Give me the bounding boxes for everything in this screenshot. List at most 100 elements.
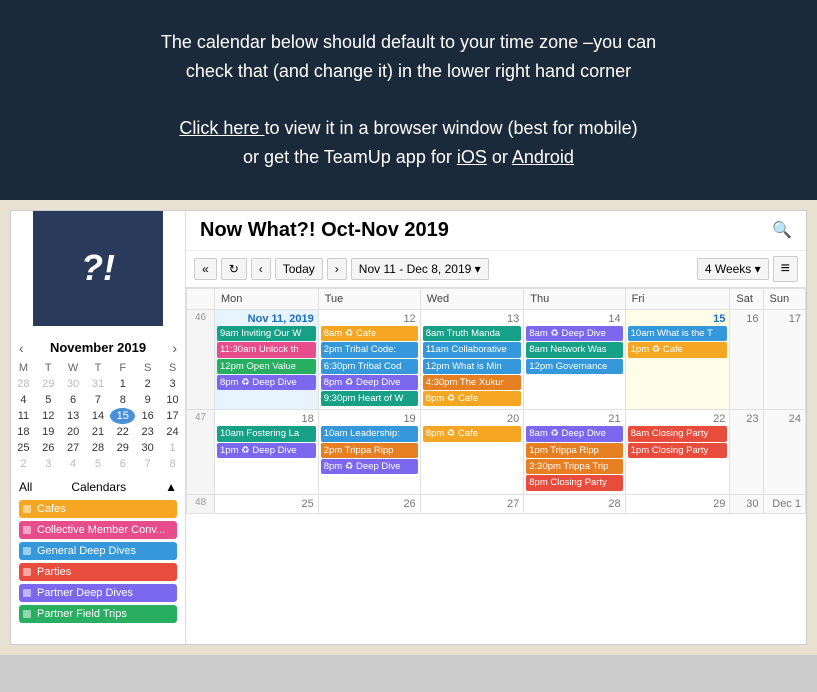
- prev-button[interactable]: ‹: [251, 258, 271, 280]
- calendar-event[interactable]: 8am ♻ Deep Dive: [526, 326, 622, 341]
- calendar-event[interactable]: 3:30pm Trippa Trip: [526, 459, 622, 474]
- android-link[interactable]: Android: [512, 147, 574, 167]
- mini-day[interactable]: 26: [36, 440, 61, 456]
- calendar-event[interactable]: 10am Leadership:: [321, 426, 418, 441]
- calendar-event[interactable]: 1pm Trippa Ripp: [526, 443, 622, 458]
- mini-day[interactable]: 10: [160, 392, 185, 408]
- mini-day[interactable]: 8: [110, 392, 135, 408]
- calendar-item-general[interactable]: General Deep Dives: [19, 542, 177, 560]
- mini-day[interactable]: 9: [135, 392, 160, 408]
- mini-day[interactable]: 18: [11, 424, 36, 440]
- calendar-event[interactable]: 9am Inviting Our W: [217, 326, 316, 341]
- calendar-event[interactable]: 2pm Trippa Ripp: [321, 443, 418, 458]
- mini-day[interactable]: 30: [135, 440, 160, 456]
- mini-day[interactable]: 3: [36, 456, 61, 472]
- mini-day[interactable]: 23: [135, 424, 160, 440]
- all-label[interactable]: All: [19, 480, 32, 494]
- calendar-event[interactable]: 8am ♻ Cafe: [321, 326, 418, 341]
- calendars-label: Calendars: [71, 480, 126, 494]
- mini-day[interactable]: 22: [110, 424, 135, 440]
- mini-day[interactable]: 8: [160, 456, 185, 472]
- prev-prev-button[interactable]: «: [194, 258, 217, 280]
- click-here-link[interactable]: Click here: [179, 118, 264, 138]
- calendar-event[interactable]: 8pm Closing Party: [526, 475, 622, 490]
- calendar-event[interactable]: 6:30pm Tribal Cod: [321, 359, 418, 374]
- mini-day[interactable]: 27: [61, 440, 86, 456]
- search-icon[interactable]: 🔍: [772, 220, 792, 240]
- mini-day[interactable]: 29: [36, 376, 61, 392]
- view-selector[interactable]: 4 Weeks ▾: [697, 258, 769, 280]
- mini-day[interactable]: 6: [110, 456, 135, 472]
- calendar-event[interactable]: 1pm ♻ Deep Dive: [217, 443, 316, 458]
- next-button[interactable]: ›: [327, 258, 347, 280]
- calendar-event[interactable]: 11:30am Unlock th: [217, 342, 316, 357]
- mini-day[interactable]: 7: [135, 456, 160, 472]
- calendar-item-collective[interactable]: Collective Member Conv...: [19, 521, 177, 539]
- calendar-event[interactable]: 8am Truth Manda: [423, 326, 522, 341]
- mini-day[interactable]: 31: [86, 376, 111, 392]
- mini-day[interactable]: 3: [160, 376, 185, 392]
- mini-day[interactable]: 19: [36, 424, 61, 440]
- mini-day[interactable]: 14: [86, 408, 111, 424]
- calendar-event[interactable]: 8pm ♻ Cafe: [423, 391, 522, 406]
- calendar-event[interactable]: 12pm What is Min: [423, 359, 522, 374]
- calendar-event[interactable]: 10am What is the T: [628, 326, 728, 341]
- mini-day[interactable]: 21: [86, 424, 111, 440]
- mini-day[interactable]: 2: [135, 376, 160, 392]
- date-range-selector[interactable]: Nov 11 - Dec 8, 2019 ▾: [351, 258, 489, 280]
- calendar-item-field-trips[interactable]: Partner Field Trips: [19, 605, 177, 623]
- mini-day[interactable]: 30: [61, 376, 86, 392]
- mini-day[interactable]: 4: [11, 392, 36, 408]
- calendar-item-cafes[interactable]: Cafes: [19, 500, 177, 518]
- calendar-event[interactable]: 8am Closing Party: [628, 426, 728, 441]
- mini-prev-button[interactable]: ‹: [19, 340, 24, 356]
- refresh-button[interactable]: ↻: [221, 258, 247, 280]
- mini-next-button[interactable]: ›: [172, 340, 177, 356]
- calendar-event[interactable]: 8pm ♻ Cafe: [423, 426, 522, 441]
- mini-day[interactable]: 13: [61, 408, 86, 424]
- mini-day-today[interactable]: 15: [110, 408, 135, 424]
- mini-day[interactable]: 29: [110, 440, 135, 456]
- mini-day[interactable]: 24: [160, 424, 185, 440]
- ios-link[interactable]: iOS: [457, 147, 487, 167]
- calendar-event[interactable]: 8am Network Was: [526, 342, 622, 357]
- calendar-event[interactable]: 10am Fostering La: [217, 426, 316, 441]
- calendar-toolbar: « ↻ ‹ Today › Nov 11 - Dec 8, 2019 ▾ 4 W…: [186, 251, 806, 288]
- mini-day[interactable]: 1: [160, 440, 185, 456]
- mini-day[interactable]: 6: [61, 392, 86, 408]
- mini-day[interactable]: 12: [36, 408, 61, 424]
- calendar-item-parties[interactable]: Parties: [19, 563, 177, 581]
- calendar-day-14: 14 8am ♻ Deep Dive 8am Network Was 12pm …: [524, 309, 625, 409]
- menu-button[interactable]: ≡: [773, 256, 798, 282]
- calendar-event[interactable]: 8pm ♻ Deep Dive: [321, 375, 418, 390]
- mini-day[interactable]: 17: [160, 408, 185, 424]
- mini-day[interactable]: 16: [135, 408, 160, 424]
- calendar-event[interactable]: 1pm ♻ Cafe: [628, 342, 728, 357]
- calendar-event[interactable]: 2pm Tribal Code:: [321, 342, 418, 357]
- mini-day[interactable]: 28: [11, 376, 36, 392]
- mini-day[interactable]: 4: [61, 456, 86, 472]
- mini-day[interactable]: 11: [11, 408, 36, 424]
- calendar-item-partner-deep[interactable]: Partner Deep Dives: [19, 584, 177, 602]
- calendar-week-47: 47 18 10am Fostering La 1pm ♻ Deep Dive …: [187, 410, 806, 494]
- mini-day[interactable]: 20: [61, 424, 86, 440]
- calendar-event[interactable]: 8pm ♻ Deep Dive: [321, 459, 418, 474]
- mini-day[interactable]: 5: [86, 456, 111, 472]
- calendar-day-dec1: Dec 1: [763, 494, 805, 513]
- calendar-event[interactable]: 8pm ♻ Deep Dive: [217, 375, 316, 390]
- mini-day[interactable]: 2: [11, 456, 36, 472]
- calendar-event[interactable]: 1pm Closing Party: [628, 443, 728, 458]
- mini-day[interactable]: 28: [86, 440, 111, 456]
- today-button[interactable]: Today: [275, 258, 323, 280]
- calendar-event[interactable]: 12pm Governance: [526, 359, 622, 374]
- calendar-event[interactable]: 11am Collaborative: [423, 342, 522, 357]
- calendar-event[interactable]: 4:30pm The Xukur: [423, 375, 522, 390]
- calendar-event[interactable]: 8am ♻ Deep Dive: [526, 426, 622, 441]
- mini-day[interactable]: 5: [36, 392, 61, 408]
- calendar-event[interactable]: 12pm Open Value: [217, 359, 316, 374]
- calendar-event[interactable]: 9:30pm Heart of W: [321, 391, 418, 406]
- mini-day[interactable]: 25: [11, 440, 36, 456]
- mini-day[interactable]: 7: [86, 392, 111, 408]
- mini-day[interactable]: 1: [110, 376, 135, 392]
- collapse-icon[interactable]: ▲: [165, 480, 177, 494]
